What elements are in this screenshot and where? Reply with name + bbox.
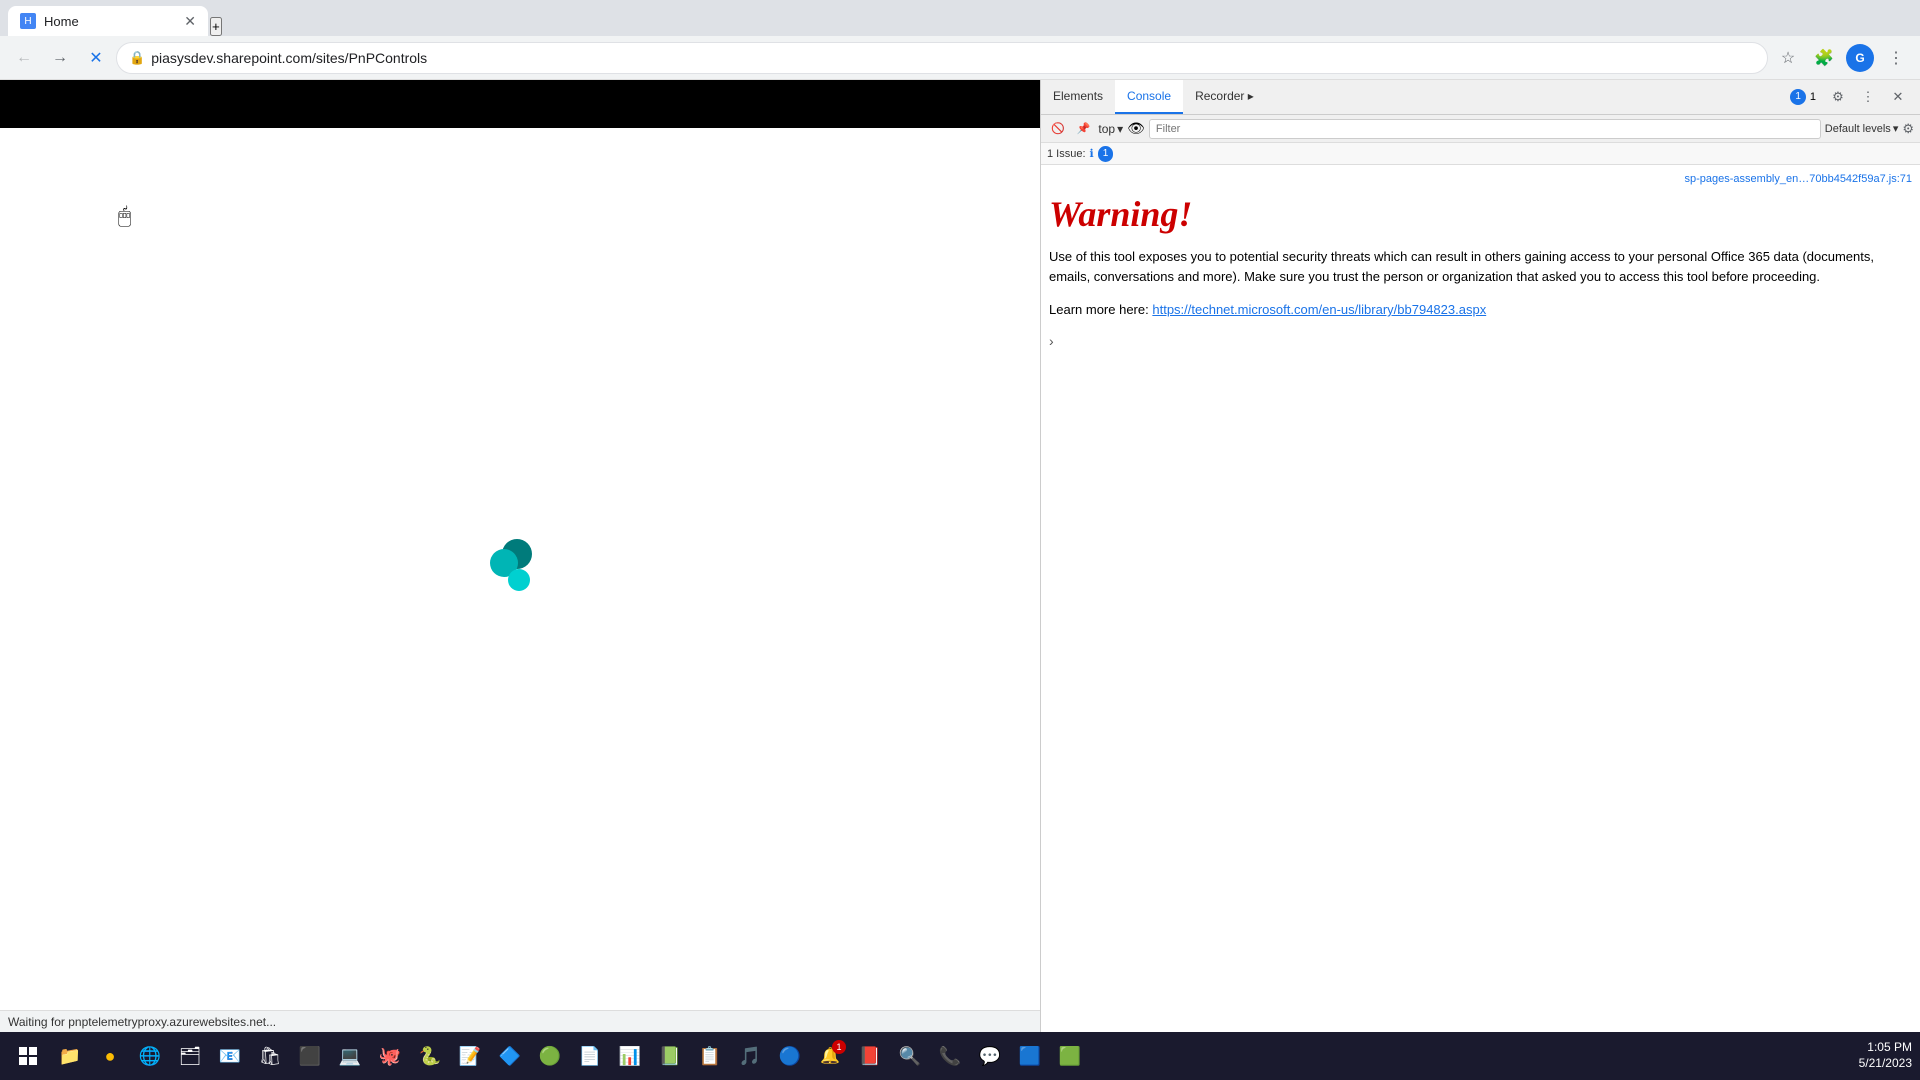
menu-button[interactable]: ⋮: [1880, 42, 1912, 74]
learn-more-text: Learn more here: https://technet.microso…: [1049, 302, 1912, 317]
dropdown-arrow-icon-2: ▾: [1893, 122, 1899, 135]
browser-frame: H Home ✕ + ← → ✕ 🔒 piasysdev.sharepoint.…: [0, 0, 1920, 1080]
tab-favicon: H: [20, 13, 36, 29]
console-content: sp-pages-assembly_en…70bb4542f59a7.js:71…: [1041, 165, 1920, 1032]
avatar: G: [1846, 44, 1874, 72]
issues-bar: 1 Issue: ℹ 1: [1041, 143, 1920, 165]
log-levels-label: Default levels: [1825, 123, 1891, 135]
taskbar-file-explorer[interactable]: 📁: [52, 1038, 88, 1074]
taskbar-node[interactable]: 🟢: [532, 1038, 568, 1074]
page-body: 🖱: [0, 128, 1040, 1010]
devtools-tabs: Elements Console Recorder ▸ 1 1 ⚙ ⋮ ✕: [1041, 80, 1920, 115]
expand-arrow-icon[interactable]: ›: [1049, 333, 1054, 349]
learn-more-prefix: Learn more here:: [1049, 302, 1149, 317]
clock-date: 5/21/2023: [1859, 1056, 1912, 1072]
tab-bar: H Home ✕ +: [0, 0, 1920, 36]
learn-more-link[interactable]: https://technet.microsoft.com/en-us/libr…: [1152, 302, 1486, 317]
devtools-icon-group: 1 1 ⚙ ⋮ ✕: [1784, 80, 1920, 114]
taskbar-app1[interactable]: 🟦: [1012, 1038, 1048, 1074]
taskbar-git[interactable]: 🐙: [372, 1038, 408, 1074]
start-button[interactable]: [8, 1036, 48, 1076]
issues-label: 1 Issue:: [1047, 148, 1086, 160]
security-icon: 🔒: [129, 50, 145, 66]
tab-title: Home: [44, 14, 176, 29]
taskbar-powerpoint[interactable]: 📊: [612, 1038, 648, 1074]
tab-badge: 1 1: [1784, 89, 1822, 105]
badge-count: 1: [1790, 89, 1806, 105]
system-clock: 1:05 PM 5/21/2023: [1859, 1040, 1912, 1071]
mouse-cursor: 🖱: [118, 203, 131, 229]
site-header: [0, 80, 1040, 128]
console-settings-button[interactable]: ⚙: [1902, 121, 1914, 137]
taskbar-chrome[interactable]: ●: [92, 1038, 128, 1074]
taskbar-acrobat[interactable]: 📕: [852, 1038, 888, 1074]
taskbar-app2[interactable]: 🟩: [1052, 1038, 1088, 1074]
warning-body: Use of this tool exposes you to potentia…: [1049, 247, 1912, 286]
taskbar-right: 1:05 PM 5/21/2023: [1859, 1040, 1912, 1071]
page-content: 🖱 Waiting for pnptelemetryproxy.azureweb…: [0, 80, 1040, 1032]
bookmark-button[interactable]: ☆: [1772, 42, 1804, 74]
dropdown-arrow-icon: ▾: [1117, 122, 1123, 136]
taskbar: 📁 ● 🌐 🗂 📧 🛍 ⬛ 💻 🐙 🐍 📝 🔷 🟢 📄 📊 📗 📋 🎵 🔵 🔔 …: [0, 1032, 1920, 1080]
taskbar-vscode[interactable]: 📝: [452, 1038, 488, 1074]
context-selector[interactable]: top ▾: [1098, 122, 1123, 136]
new-tab-button[interactable]: +: [210, 17, 222, 36]
url-text: piasysdev.sharepoint.com/sites/PnPContro…: [151, 50, 1755, 66]
status-text: Waiting for pnptelemetryproxy.azurewebsi…: [8, 1015, 1032, 1029]
back-button[interactable]: ←: [8, 42, 40, 74]
taskbar-outlook[interactable]: 📧: [212, 1038, 248, 1074]
taskbar-spotify[interactable]: 🎵: [732, 1038, 768, 1074]
issue-icon: ℹ: [1090, 147, 1094, 160]
pin-console-button[interactable]: 📌: [1073, 120, 1095, 137]
taskbar-powershell[interactable]: 💻: [332, 1038, 368, 1074]
taskbar-python[interactable]: 🐍: [412, 1038, 448, 1074]
taskbar-notification[interactable]: 🔔 1: [812, 1038, 848, 1074]
taskbar-vs2[interactable]: 🔷: [492, 1038, 528, 1074]
taskbar-phone[interactable]: 📞: [932, 1038, 968, 1074]
badge-label: 1: [1810, 91, 1816, 103]
taskbar-excel[interactable]: 📗: [652, 1038, 688, 1074]
clock-time: 1:05 PM: [1859, 1040, 1912, 1056]
console-toolbar: 🚫 📌 top ▾ 👁 Default levels ▾ ⚙: [1041, 115, 1920, 143]
file-link[interactable]: sp-pages-assembly_en…70bb4542f59a7.js:71: [1049, 173, 1912, 185]
bubble-3: [508, 569, 530, 591]
console-filter-input[interactable]: [1149, 119, 1821, 139]
tab-console[interactable]: Console: [1115, 80, 1183, 114]
notification-badge: 1: [832, 1040, 846, 1054]
taskbar-team1[interactable]: 🔵: [772, 1038, 808, 1074]
browser-toolbar: ← → ✕ 🔒 piasysdev.sharepoint.com/sites/P…: [0, 36, 1920, 80]
taskbar-search[interactable]: 🔍: [892, 1038, 928, 1074]
toolbar-right: ☆ 🧩 G ⋮: [1772, 42, 1912, 74]
taskbar-notes[interactable]: 📋: [692, 1038, 728, 1074]
tab-elements[interactable]: Elements: [1041, 80, 1115, 114]
windows-logo-icon: [19, 1047, 37, 1065]
eye-icon: 👁: [1127, 120, 1145, 137]
context-label: top: [1098, 122, 1115, 136]
clear-console-button[interactable]: 🚫: [1047, 120, 1069, 137]
loading-spinner: [490, 539, 550, 599]
devtools-close-button[interactable]: ✕: [1884, 83, 1912, 111]
issues-badge: 1: [1098, 146, 1114, 162]
extensions-button[interactable]: 🧩: [1808, 42, 1840, 74]
content-area: 🖱 Waiting for pnptelemetryproxy.azureweb…: [0, 80, 1920, 1032]
log-levels-button[interactable]: Default levels ▾: [1825, 122, 1899, 135]
status-bar: Waiting for pnptelemetryproxy.azurewebsi…: [0, 1010, 1040, 1032]
warning-heading: Warning!: [1049, 193, 1912, 235]
taskbar-explorer2[interactable]: 🗂: [172, 1038, 208, 1074]
taskbar-store[interactable]: 🛍: [252, 1038, 288, 1074]
devtools-panel: Elements Console Recorder ▸ 1 1 ⚙ ⋮ ✕ 🚫 …: [1040, 80, 1920, 1032]
browser-tab[interactable]: H Home ✕: [8, 6, 208, 36]
taskbar-teams2[interactable]: 💬: [972, 1038, 1008, 1074]
taskbar-word[interactable]: 📄: [572, 1038, 608, 1074]
taskbar-edge[interactable]: 🌐: [132, 1038, 168, 1074]
tab-close-button[interactable]: ✕: [184, 14, 196, 28]
tab-recorder[interactable]: Recorder ▸: [1183, 80, 1266, 114]
forward-button[interactable]: →: [44, 42, 76, 74]
profile-button[interactable]: G: [1844, 42, 1876, 74]
devtools-more-button[interactable]: ⋮: [1854, 83, 1882, 111]
reload-button[interactable]: ✕: [80, 42, 112, 74]
address-bar[interactable]: 🔒 piasysdev.sharepoint.com/sites/PnPCont…: [116, 42, 1768, 74]
taskbar-terminal[interactable]: ⬛: [292, 1038, 328, 1074]
devtools-settings-button[interactable]: ⚙: [1824, 83, 1852, 111]
